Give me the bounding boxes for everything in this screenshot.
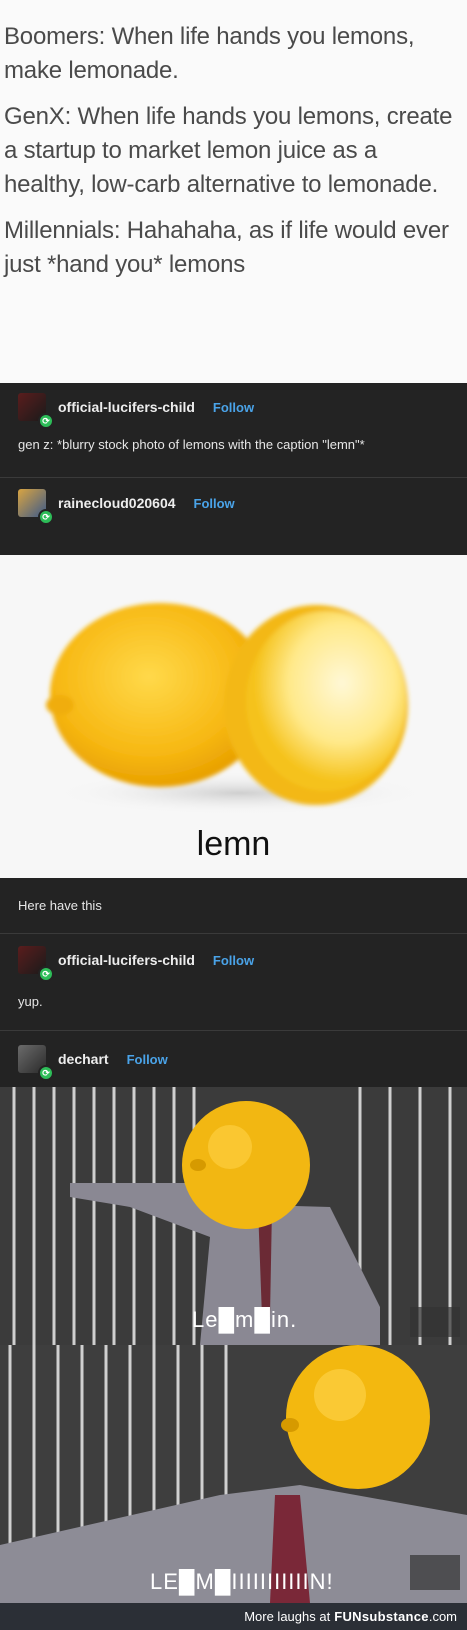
follow-button[interactable]: Follow xyxy=(213,400,254,415)
boomers-line: Boomers: When life hands you lemons, mak… xyxy=(4,23,415,84)
avatar[interactable]: ⟳ xyxy=(18,393,54,429)
reblog-icon: ⟳ xyxy=(38,1065,54,1081)
meme-panel-2: LE█M█IIIIIIIIIIIN! xyxy=(0,1345,467,1603)
post-text: gen z: *blurry stock photo of lemons wit… xyxy=(18,437,365,452)
footer-suffix: .com xyxy=(428,1609,457,1624)
post-header-2: ⟳ rainecloud020604 Follow xyxy=(0,478,467,555)
post-body-2: Here have this xyxy=(0,878,467,933)
meme-caption-1: Le█m█in. xyxy=(192,1307,298,1332)
username[interactable]: official-lucifers-child xyxy=(58,399,195,415)
follow-button[interactable]: Follow xyxy=(213,953,254,968)
post-body-3: yup. xyxy=(0,986,467,1030)
follow-button[interactable]: Follow xyxy=(194,496,235,511)
meme-caption-2: LE█M█IIIIIIIIIIIN! xyxy=(150,1569,334,1594)
post-header-1: ⟳ official-lucifers-child Follow xyxy=(0,383,467,431)
username[interactable]: rainecloud020604 xyxy=(58,495,176,511)
avatar[interactable]: ⟳ xyxy=(18,1045,54,1081)
lemon-photo: lemn xyxy=(0,555,467,878)
follow-button[interactable]: Follow xyxy=(127,1052,168,1067)
avatar[interactable]: ⟳ xyxy=(18,489,54,525)
reblog-icon: ⟳ xyxy=(38,509,54,525)
lemn-caption: lemn xyxy=(196,825,271,863)
millennials-line: Millennials: Hahahaha, as if life would … xyxy=(4,217,449,278)
footer-brand[interactable]: FUNsubstance xyxy=(334,1609,429,1624)
username[interactable]: dechart xyxy=(58,1051,109,1067)
meme-panel-1: Le█m█in. xyxy=(0,1087,467,1345)
username[interactable]: official-lucifers-child xyxy=(58,952,195,968)
reblog-icon: ⟳ xyxy=(38,413,54,429)
reblog-icon: ⟳ xyxy=(38,966,54,982)
post-header-3: ⟳ official-lucifers-child Follow xyxy=(0,934,467,986)
footer-text: More laughs at xyxy=(244,1609,331,1624)
meme-illustration-2 xyxy=(0,1345,467,1603)
genx-line: GenX: When life hands you lemons, create… xyxy=(4,103,453,198)
post-text: Here have this xyxy=(18,898,102,913)
post-text: yup. xyxy=(18,994,43,1009)
post-header-4: ⟳ dechart Follow xyxy=(0,1031,467,1087)
top-quote-block: Boomers: When life hands you lemons, mak… xyxy=(0,0,467,383)
site-footer: More laughs at FUNsubstance .com xyxy=(0,1603,467,1630)
avatar[interactable]: ⟳ xyxy=(18,946,54,982)
post-body-1: gen z: *blurry stock photo of lemons wit… xyxy=(0,431,467,477)
